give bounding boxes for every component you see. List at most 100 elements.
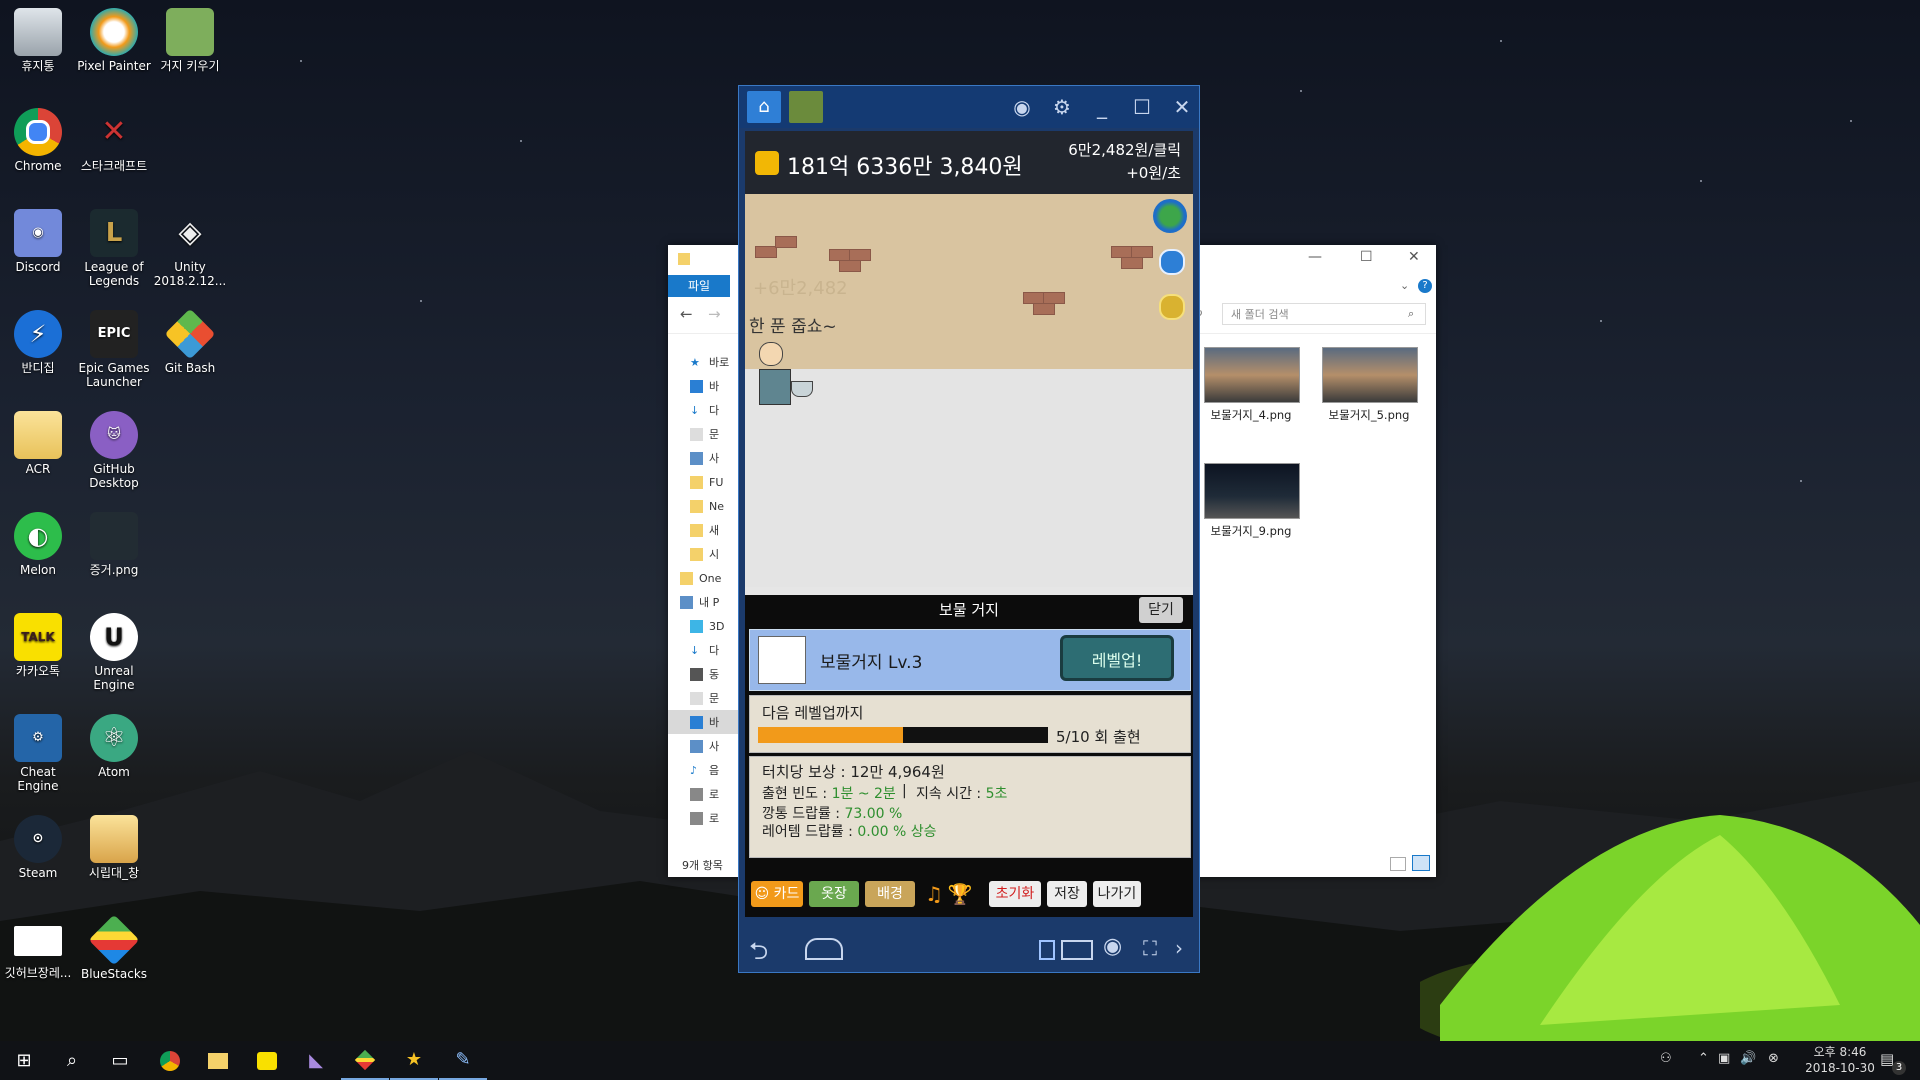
desktop-icon-github[interactable]: 🐱 GitHub Desktop	[75, 411, 153, 490]
desktop-icon-epic[interactable]: EPIC Epic Games Launcher	[75, 310, 153, 389]
card-button[interactable]: ☺ 카드	[751, 881, 803, 907]
desktop-icon-pixel-painter[interactable]: Pixel Painter	[75, 8, 153, 73]
game-scene[interactable]: +6만2,482 한 푼 줍쇼~	[745, 194, 1193, 369]
taskbar-explorer-icon[interactable]	[194, 1041, 242, 1080]
desktop-icon-github-doc[interactable]: 깃허브장레...	[0, 916, 77, 980]
desktop-icon-atom[interactable]: ⚛ Atom	[75, 714, 153, 779]
home-icon[interactable]: ⌂	[747, 91, 781, 123]
minimize-icon[interactable]: _	[1085, 92, 1119, 122]
taskbar-star-icon[interactable]: ★	[390, 1041, 438, 1080]
desktop-icon-league[interactable]: L League of Legends	[75, 209, 153, 288]
help-icon[interactable]: ?	[1418, 279, 1432, 293]
fullscreen-icon[interactable]: ⛶	[1143, 936, 1157, 960]
nav-item[interactable]: 문	[690, 422, 742, 446]
nav-item[interactable]: 문	[690, 686, 742, 710]
close-icon[interactable]: ✕	[1408, 249, 1420, 265]
desktop-icon-acr[interactable]: ACR	[0, 411, 77, 476]
nav-item[interactable]: ↓ 다	[690, 398, 742, 422]
nav-item[interactable]: 동	[690, 662, 742, 686]
desktop-icon-git-bash[interactable]: Git Bash	[151, 308, 229, 375]
home-icon[interactable]	[805, 938, 843, 960]
nav-item[interactable]: ★ 바로	[690, 350, 742, 374]
maximize-icon[interactable]: ☐	[1125, 92, 1159, 122]
large-icons-view-icon[interactable]	[1412, 855, 1430, 871]
taskbar-chrome-icon[interactable]	[146, 1041, 194, 1080]
keyboard-icon[interactable]	[1061, 940, 1093, 960]
eye-icon[interactable]: ◉	[1103, 934, 1122, 959]
file-name[interactable]: 보물거지_4.png	[1191, 407, 1311, 423]
taskbar-kakaotalk-icon[interactable]	[243, 1041, 291, 1080]
taskbar-bluestacks-icon[interactable]	[341, 1041, 389, 1080]
chevron-right-icon[interactable]: ›	[1175, 936, 1183, 960]
nav-item[interactable]: 시	[690, 542, 742, 566]
minimize-icon[interactable]: —	[1308, 249, 1322, 265]
desktop-icon-chrome[interactable]: Chrome	[0, 108, 77, 173]
file-name[interactable]: 보물거지_5.png	[1309, 407, 1429, 423]
volume-icon[interactable]: 🔊	[1740, 1051, 1756, 1066]
chevron-down-icon[interactable]: ⌄	[1400, 279, 1409, 292]
desktop-icon-kakaotalk[interactable]: TALK 카카오톡	[0, 613, 77, 678]
nav-item[interactable]: 새	[690, 518, 742, 542]
nav-item[interactable]: ♪ 음	[690, 758, 742, 782]
nav-item[interactable]: Ne	[690, 494, 742, 518]
file-thumbnail[interactable]	[1204, 463, 1300, 519]
gear-icon[interactable]: ⚙	[1045, 92, 1079, 122]
nav-item[interactable]: 사	[690, 734, 742, 758]
chevron-up-icon[interactable]: ⌃	[1698, 1051, 1709, 1066]
desktop-icon-evidence-png[interactable]: 증거.png	[75, 512, 153, 577]
nav-item[interactable]: ↓ 다	[690, 638, 742, 662]
desktop-icon-melon[interactable]: ◐ Melon	[0, 512, 77, 577]
account-icon[interactable]: ◉	[1005, 92, 1039, 122]
desktop-icon-recycle-bin[interactable]: 휴지통	[0, 8, 77, 73]
nav-item[interactable]: 로	[690, 782, 742, 806]
file-thumbnail[interactable]	[1204, 347, 1300, 403]
desktop-icon-discord[interactable]: ◉ Discord	[0, 209, 77, 274]
music-icon[interactable]: ♫	[921, 881, 947, 907]
search-input[interactable]: 새 폴더 검색	[1222, 303, 1426, 325]
network-icon[interactable]: ▣	[1718, 1051, 1730, 1066]
potion-icon[interactable]	[1159, 249, 1185, 275]
medal-icon[interactable]	[1159, 294, 1185, 320]
levelup-button[interactable]: 레벨업!	[1060, 635, 1174, 681]
windows-start-icon[interactable]: ⊞	[0, 1041, 48, 1080]
search-icon[interactable]: ⌕	[48, 1041, 96, 1080]
desktop-icon-unity[interactable]: ◈ Unity 2018.2.12...	[151, 209, 229, 289]
nav-item[interactable]: 사	[690, 446, 742, 470]
nav-item[interactable]: 3D	[690, 614, 742, 638]
desktop-icon-cheat-engine[interactable]: ⚙ Cheat Engine	[0, 714, 77, 793]
desktop-icon-starcraft[interactable]: ✕ 스타크래프트	[75, 108, 153, 174]
globe-icon[interactable]	[1153, 199, 1187, 233]
nav-item[interactable]: One	[680, 566, 742, 590]
nav-item[interactable]: 로	[690, 806, 742, 830]
save-button[interactable]: 저장	[1047, 881, 1087, 907]
back-arrow-icon[interactable]: ←	[680, 305, 693, 323]
clock[interactable]: 오후 8:46 2018-10-30	[1790, 1044, 1890, 1076]
trophy-icon[interactable]: 🏆	[947, 881, 973, 907]
forward-arrow-icon[interactable]: →	[708, 305, 721, 323]
desktop-icon-bluestacks[interactable]: BlueStacks	[75, 914, 153, 981]
desktop-icon-unreal[interactable]: U Unreal Engine	[75, 613, 153, 692]
nav-item[interactable]: 내 P	[680, 590, 742, 614]
reset-button[interactable]: 초기화	[989, 881, 1041, 907]
close-icon[interactable]: ✕	[1165, 92, 1199, 122]
desktop-icon-steam[interactable]: ⊙ Steam	[0, 815, 77, 880]
people-icon[interactable]: ⚇	[1660, 1051, 1672, 1066]
nav-item[interactable]: FU	[690, 470, 742, 494]
taskbar-paint-icon[interactable]: ✎	[439, 1041, 487, 1080]
close-panel-button[interactable]: 닫기	[1139, 597, 1183, 623]
ribbon-file-tab[interactable]: 파일	[668, 275, 730, 297]
file-thumbnail[interactable]	[1322, 347, 1418, 403]
file-name[interactable]: 보물거지_9.png	[1191, 523, 1311, 539]
phone-icon[interactable]	[1039, 940, 1055, 960]
task-view-icon[interactable]: ▭	[96, 1041, 144, 1080]
clothes-button[interactable]: 옷장	[809, 881, 859, 907]
desktop-icon-bandizip[interactable]: ⚡ 반디집	[0, 310, 77, 375]
ime-icon[interactable]: ⊗	[1768, 1051, 1779, 1066]
nav-item[interactable]: 바	[690, 374, 742, 398]
taskbar-visual-studio-icon[interactable]: ◣	[292, 1041, 340, 1080]
background-button[interactable]: 배경	[865, 881, 915, 907]
game-floor[interactable]	[745, 369, 1193, 587]
nav-item[interactable]: 바	[668, 710, 742, 734]
game-tab-icon[interactable]	[789, 91, 823, 123]
exit-button[interactable]: 나가기	[1093, 881, 1141, 907]
